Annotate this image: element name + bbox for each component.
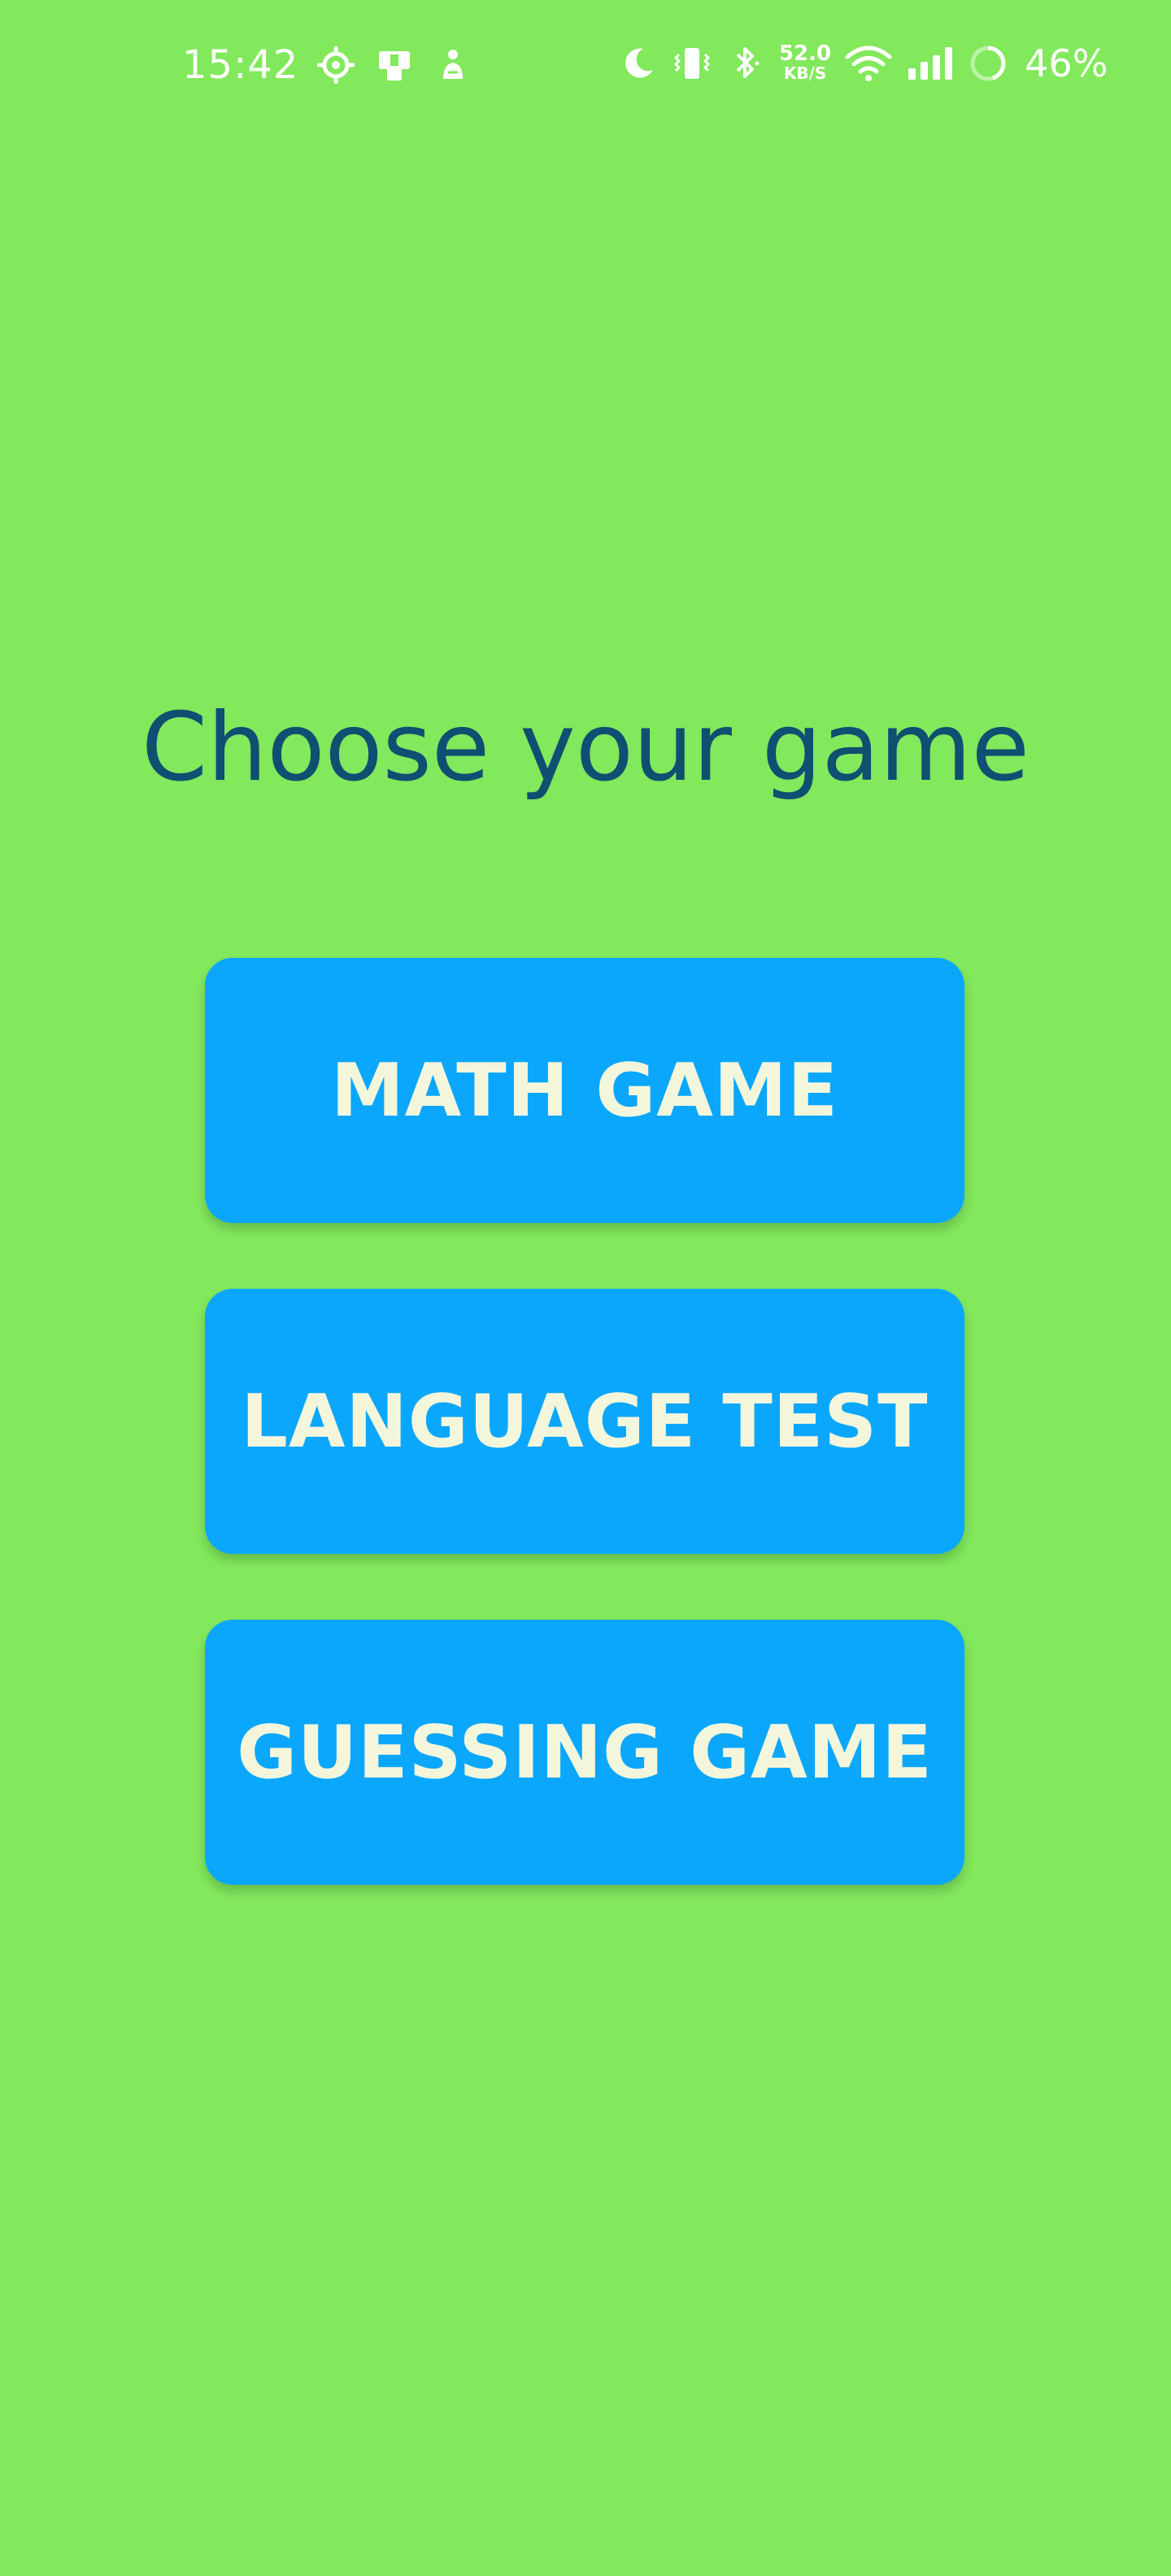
wifi-icon: [844, 41, 893, 86]
status-bar: 15:42 52.0 KB/S 46%: [0, 0, 1171, 130]
status-time: 15:42: [182, 42, 299, 88]
guessing-game-button[interactable]: GUESSING GAME: [205, 1620, 964, 1885]
app-icon: [374, 42, 415, 88]
notification-icon: [433, 42, 473, 88]
moon-icon: [618, 41, 659, 86]
signal-icon: [906, 41, 955, 86]
status-right-icons: 52.0 KB/S 46%: [618, 41, 1108, 86]
network-speed-unit: KB/S: [783, 63, 827, 83]
vibrate-icon: [672, 41, 712, 86]
network-speed-value: 52.0: [779, 41, 832, 66]
status-left-icons: [316, 42, 473, 88]
page-title: Choose your game: [141, 692, 1030, 803]
math-game-button[interactable]: MATH GAME: [205, 958, 964, 1223]
battery-percent: 46%: [1025, 41, 1108, 85]
network-speed: 52.0 KB/S: [779, 41, 832, 83]
bluetooth-icon: [725, 41, 766, 86]
settings-icon: [316, 42, 356, 88]
battery-icon: [968, 41, 1008, 86]
language-test-button[interactable]: LANGUAGE TEST: [205, 1289, 964, 1554]
